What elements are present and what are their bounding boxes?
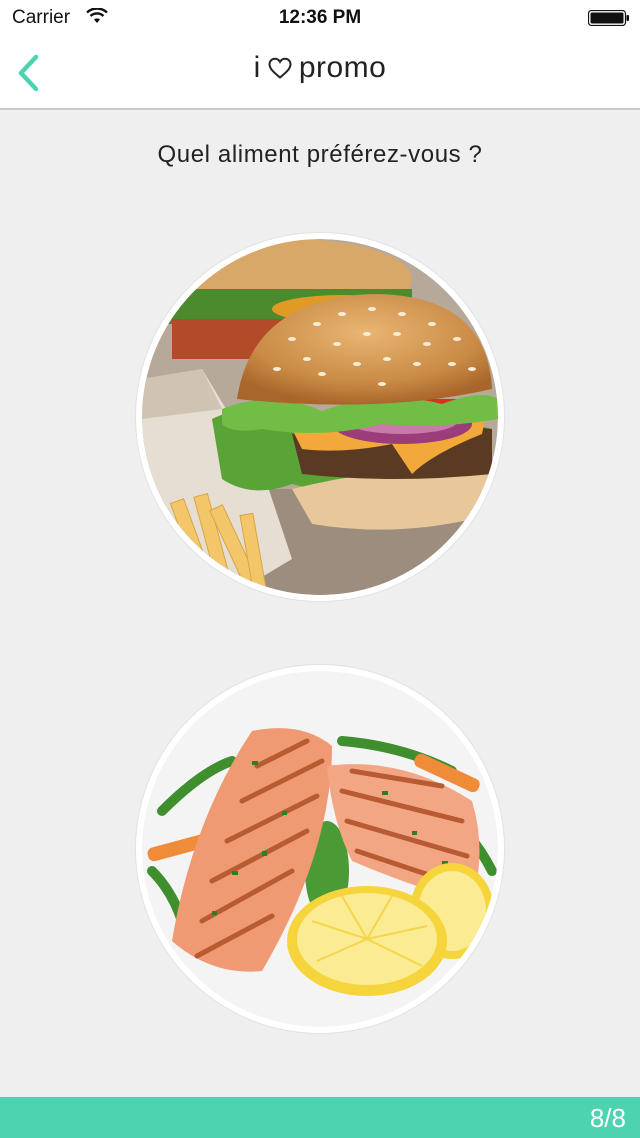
- page-title: i promo: [0, 51, 640, 85]
- status-bar: Carrier 12:36 PM: [0, 0, 640, 36]
- title-prefix: i: [253, 51, 261, 84]
- nav-bar: i promo: [0, 36, 640, 110]
- choice-salmon[interactable]: [136, 665, 504, 1033]
- progress-bar: 8/8: [0, 1097, 640, 1138]
- progress-label: 8/8: [589, 1103, 626, 1133]
- heart-icon: [268, 57, 292, 79]
- choice-burger[interactable]: [136, 233, 504, 601]
- grilled-salmon-lemon-photo: [142, 671, 498, 1027]
- title-brand: promo: [298, 51, 387, 84]
- burger-fries-photo: [142, 239, 498, 595]
- status-time: 12:36 PM: [278, 7, 362, 28]
- battery-icon: [588, 10, 629, 26]
- question-text: Quel aliment préférez-vous ?: [157, 141, 483, 168]
